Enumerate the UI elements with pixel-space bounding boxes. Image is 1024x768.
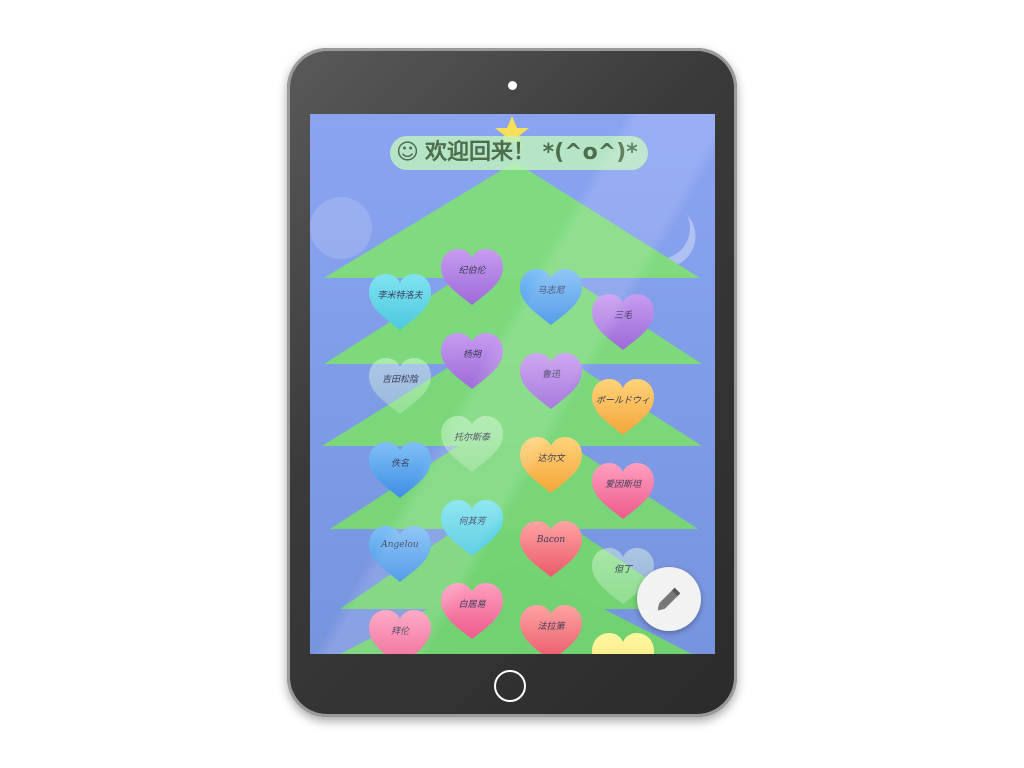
- heart-card[interactable]: 纪伯伦: [439, 247, 505, 307]
- heart-icon: [369, 442, 431, 498]
- heart-card[interactable]: 吉田松陰: [367, 356, 433, 416]
- heart-label: 何其芳: [458, 517, 486, 527]
- heart-icon: [369, 526, 431, 582]
- edit-button[interactable]: [637, 567, 701, 631]
- heart-icon: [592, 633, 654, 654]
- heart-card[interactable]: 白居易: [439, 581, 505, 641]
- heart-card[interactable]: 爱因斯坦: [590, 461, 656, 521]
- heart-icon: [520, 521, 582, 577]
- heart-icon: [441, 500, 503, 556]
- heart-card[interactable]: Angelou: [367, 524, 433, 584]
- home-button[interactable]: [494, 670, 526, 702]
- heart-card[interactable]: 李米特洛夫: [367, 272, 433, 332]
- heart-label: 杨朔: [462, 350, 481, 360]
- heart-label: 拜伦: [390, 627, 409, 637]
- heart-card[interactable]: 鲁迅: [518, 351, 584, 411]
- heart-card[interactable]: 佚名: [367, 440, 433, 500]
- heart-label: 吉田松陰: [381, 375, 418, 385]
- heart-label: 爱因斯坦: [604, 480, 641, 490]
- pencil-icon: [657, 587, 681, 611]
- heart-label: Bacon: [536, 535, 566, 545]
- heart-card[interactable]: 达尔文: [518, 435, 584, 495]
- heart-icon: [592, 379, 654, 435]
- heart-label: 托尔斯泰: [453, 433, 490, 443]
- heart-label: 达尔文: [537, 454, 565, 464]
- heart-icon: [441, 583, 503, 639]
- heart-label: ボールドウィン: [596, 396, 650, 406]
- heart-label: 三毛: [613, 311, 632, 321]
- heart-icon: [592, 463, 654, 519]
- heart-card[interactable]: Bacon: [518, 519, 584, 579]
- heart-card[interactable]: [590, 631, 656, 654]
- heart-icon: [592, 294, 654, 350]
- heart-card[interactable]: ボールドウィン: [590, 377, 656, 437]
- heart-card[interactable]: 拜伦: [367, 608, 433, 654]
- heart-icon: [441, 249, 503, 305]
- heart-label: 马志尼: [537, 286, 565, 296]
- camera-icon: [508, 81, 517, 90]
- heart-icon: [520, 353, 582, 409]
- heart-label: 白居易: [458, 600, 486, 610]
- heart-card[interactable]: 杨朔: [439, 331, 505, 391]
- heart-card[interactable]: 托尔斯泰: [439, 414, 505, 474]
- heart-icon: [441, 333, 503, 389]
- heart-card[interactable]: 法拉第: [518, 603, 584, 654]
- heart-icon: [369, 274, 431, 330]
- smiley-icon: ☺: [396, 140, 419, 165]
- heart-icon: [441, 416, 503, 472]
- heart-icon: [520, 437, 582, 493]
- heart-label: 李米特洛夫: [377, 291, 423, 301]
- heart-label: 法拉第: [537, 622, 565, 632]
- heart-label: Angelou: [381, 540, 419, 550]
- heart-card[interactable]: 马志尼: [518, 267, 584, 327]
- app-screen: ☺ 欢迎回来！ *(^o^)* 李米特洛夫 纪伯伦马志尼三毛吉田松陰 杨朔鲁迅ボール…: [310, 114, 715, 654]
- welcome-banner: ☺ 欢迎回来！ *(^o^)*: [390, 136, 648, 170]
- tree-tier: [324, 162, 700, 278]
- heart-label: 纪伯伦: [458, 266, 486, 276]
- heart-card[interactable]: 何其芳: [439, 498, 505, 558]
- heart-icon: [369, 358, 431, 414]
- heart-label: 但丁: [613, 565, 632, 575]
- welcome-text: 欢迎回来！ *(^o^)*: [424, 140, 638, 165]
- heart-card[interactable]: 三毛: [590, 292, 656, 352]
- heart-label: 鲁迅: [541, 370, 560, 380]
- heart-label: 佚名: [390, 459, 409, 469]
- heart-icon: [520, 269, 582, 325]
